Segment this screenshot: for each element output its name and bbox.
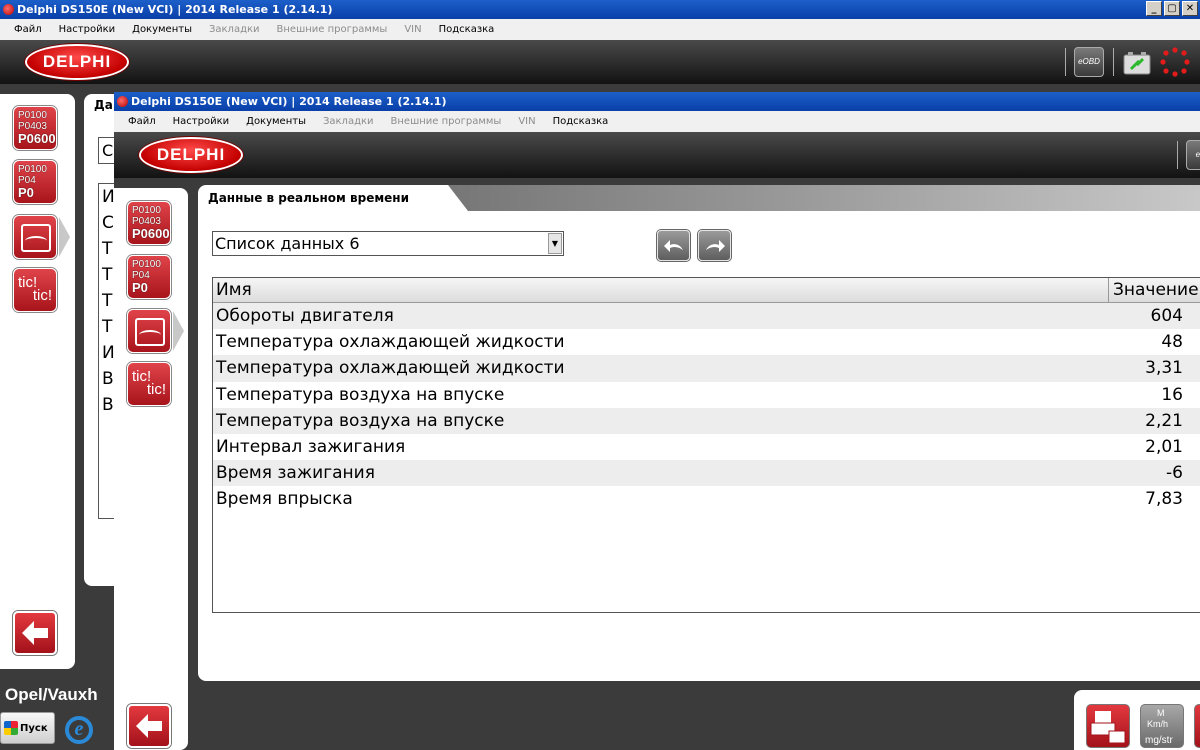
arrow-left-icon [136, 714, 162, 738]
menu-settings[interactable]: Настройки [173, 116, 229, 127]
table-row[interactable]: Температура охлаждающей жидкости 48 [213, 329, 1200, 355]
extra-tool-button[interactable] [1194, 704, 1200, 748]
menu-external-programs: Внешние программы [390, 116, 502, 127]
printer-icon [1090, 711, 1126, 744]
menu-file[interactable]: Файл [128, 116, 156, 127]
oscilloscope-icon [21, 224, 51, 252]
oscilloscope-icon [135, 318, 165, 346]
actuator-test-button[interactable]: tic! tic! [13, 268, 57, 312]
next-list-button[interactable] [698, 230, 731, 261]
data-list-select[interactable]: Список данных 6 ▼ [212, 231, 564, 256]
menu-bookmarks: Закладки [322, 116, 374, 127]
table-row[interactable]: Температура воздуха на впуске 16 [213, 382, 1200, 408]
brand-bar: DELPHI eOBD [0, 40, 1200, 84]
table-header: Имя Значение [213, 278, 1200, 303]
table-row[interactable]: Температура охлаждающей жидкости 3,31 [213, 355, 1200, 382]
table-row[interactable]: Время впрыска 7,83 [213, 486, 1200, 512]
previous-list-button[interactable] [657, 230, 690, 261]
window-controls: _ ▢ ✕ [1146, 1, 1198, 16]
chevron-down-icon[interactable]: ▼ [548, 233, 562, 254]
column-header-name[interactable]: Имя [213, 278, 1109, 302]
table-row[interactable]: Обороты двигателя 604 [213, 303, 1200, 330]
bg-tab-label: Да [94, 98, 113, 112]
menu-vin: VIN [518, 116, 536, 127]
actuator-test-button[interactable]: tic! tic! [127, 362, 171, 406]
fault-codes-button[interactable]: P0100 P0403 P0600 [127, 201, 171, 245]
table-row[interactable]: Интервал зажигания 2,01 [213, 434, 1200, 460]
eobd-button[interactable]: eO [1186, 140, 1200, 170]
menu-bar: Файл Настройки Документы Закладки Внешни… [114, 111, 1200, 132]
brand-bar: DELPHI eO [114, 132, 1200, 178]
eobd-button[interactable]: eOBD [1074, 47, 1104, 77]
fault-codes-button[interactable]: P0100 P0403 P0600 [13, 106, 57, 150]
toolbar-separator [1113, 48, 1114, 76]
delphi-logo: DELPHI [139, 137, 243, 173]
arrow-left-icon [22, 621, 48, 645]
undo-arrow-icon [664, 240, 683, 252]
app-icon [3, 4, 14, 15]
windows-flag-icon [4, 721, 18, 735]
active-indicator [173, 311, 184, 351]
front-window: Delphi DS150E (New VCI) | 2014 Release 1… [114, 92, 1200, 750]
close-button[interactable]: ✕ [1182, 1, 1198, 16]
menu-help[interactable]: Подсказка [439, 24, 495, 35]
tab-live-data[interactable]: Данные в реальном времени [198, 185, 468, 211]
maximize-button[interactable]: ▢ [1164, 1, 1180, 16]
table-row[interactable]: Время зажигания -6 [213, 460, 1200, 487]
window-title: Delphi DS150E (New VCI) | 2014 Release 1… [17, 3, 333, 16]
battery-icon[interactable] [1123, 49, 1151, 75]
delphi-logo: DELPHI [25, 44, 129, 80]
live-data-button[interactable] [127, 309, 171, 353]
back-button[interactable] [127, 704, 171, 748]
title-bar: Delphi DS150E (New VCI) | 2014 Release 1… [114, 92, 1200, 111]
window-title: Delphi DS150E (New VCI) | 2014 Release 1… [131, 95, 447, 108]
menu-bar: Файл Настройки Документы Закладки Внешни… [0, 19, 1200, 40]
live-data-panel: Данные в реальном времени Список данных … [198, 185, 1200, 681]
clear-codes-button[interactable]: P0100 P04 P0 [13, 160, 57, 204]
toolbar-separator [1065, 48, 1066, 76]
vehicle-label: Opel/Vauxh [5, 685, 98, 704]
data-list-selected: Список данных 6 [215, 234, 360, 253]
menu-external-programs: Внешние программы [276, 24, 388, 35]
menu-vin: VIN [404, 24, 422, 35]
connection-spinner-icon [1160, 47, 1190, 77]
start-button[interactable]: Пуск [0, 712, 55, 744]
menu-bookmarks: Закладки [208, 24, 260, 35]
table-body: Обороты двигателя 604 Температура охлажда… [213, 303, 1200, 513]
table-row[interactable]: Температура воздуха на впуске 2,21 [213, 407, 1200, 434]
menu-settings[interactable]: Настройки [59, 24, 115, 35]
menu-help[interactable]: Подсказка [553, 116, 609, 127]
title-bar: Delphi DS150E (New VCI) | 2014 Release 1… [0, 0, 1200, 19]
active-indicator [59, 217, 70, 257]
print-button[interactable] [1086, 704, 1130, 748]
live-data-table[interactable]: Имя Значение Обороты двигателя 604 Темпер… [212, 277, 1200, 613]
bottom-tool-panel: M Km/h mg/str [1074, 690, 1200, 750]
column-header-value[interactable]: Значение [1109, 278, 1200, 302]
live-data-button[interactable] [13, 215, 57, 259]
tab-strip: Данные в реальном времени [198, 185, 1200, 211]
app-icon [117, 96, 128, 107]
clear-codes-button[interactable]: P0100 P04 P0 [127, 255, 171, 299]
toolbar-separator [1177, 141, 1178, 169]
back-button[interactable] [13, 611, 57, 655]
menu-documents[interactable]: Документы [132, 24, 192, 35]
minimize-button[interactable]: _ [1146, 1, 1162, 16]
graph-view-button[interactable]: M Km/h mg/str [1140, 704, 1184, 748]
internet-explorer-icon[interactable]: e [65, 716, 93, 744]
menu-file[interactable]: Файл [14, 24, 42, 35]
redo-arrow-icon [706, 240, 725, 252]
menu-documents[interactable]: Документы [246, 116, 306, 127]
